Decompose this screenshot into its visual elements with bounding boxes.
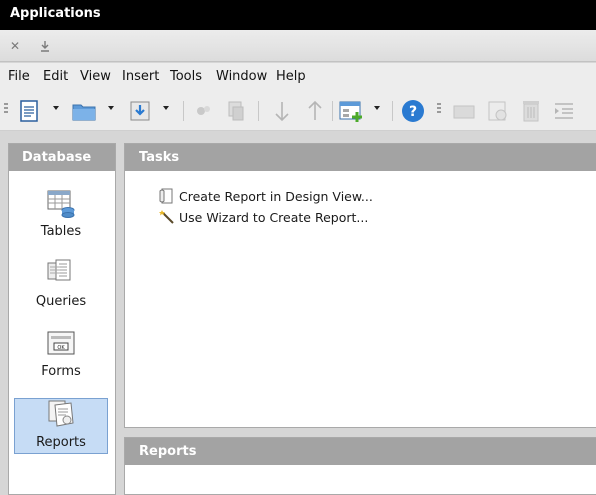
toolbar-separator — [332, 101, 333, 121]
tables-icon — [46, 188, 76, 218]
menu-insert[interactable]: Insert — [122, 69, 159, 84]
new-document-icon[interactable] — [17, 99, 41, 123]
database-header: Database — [9, 144, 115, 171]
queries-icon — [46, 258, 76, 288]
tasks-header: Tasks — [125, 144, 596, 171]
save-dropdown-arrow[interactable] — [163, 106, 169, 110]
wizard-wand-icon — [159, 209, 175, 225]
title-bar: Applications — [0, 0, 596, 30]
sort-descending-icon[interactable] — [270, 99, 294, 123]
form-add-icon[interactable] — [339, 99, 363, 123]
sort-ascending-icon[interactable] — [303, 99, 327, 123]
toolbar-separator — [258, 101, 259, 121]
download-icon[interactable] — [36, 37, 54, 55]
toolbar-separator — [392, 101, 393, 121]
delete-icon[interactable] — [519, 99, 543, 123]
nav-item-forms[interactable]: OK Forms — [14, 328, 108, 384]
tab-strip: ✕ — [0, 30, 596, 62]
toolbar-grip[interactable] — [437, 103, 441, 117]
form-dropdown-arrow[interactable] — [374, 106, 380, 110]
toolbar-separator — [183, 101, 184, 121]
menu-edit[interactable]: Edit — [43, 69, 68, 84]
menu-window[interactable]: Window — [216, 69, 267, 84]
toolbar-grip[interactable] — [4, 103, 8, 117]
nav-item-tables[interactable]: Tables — [14, 188, 108, 244]
close-icon[interactable]: ✕ — [6, 37, 24, 55]
nav-label-tables: Tables — [40, 224, 82, 239]
menu-help[interactable]: Help — [276, 69, 306, 84]
task-label: Use Wizard to Create Report... — [179, 210, 369, 225]
svg-text:OK: OK — [57, 345, 65, 351]
list-indent-icon[interactable] — [552, 99, 576, 123]
task-label: Create Report in Design View... — [179, 189, 373, 204]
open-folder-icon[interactable] — [72, 99, 96, 123]
copy-icon[interactable] — [224, 99, 248, 123]
new-dropdown-arrow[interactable] — [53, 106, 59, 110]
nav-item-reports[interactable]: Reports — [14, 398, 108, 454]
svg-text:?: ? — [409, 104, 417, 120]
panel-icon[interactable] — [452, 99, 476, 123]
menu-view[interactable]: View — [80, 69, 111, 84]
forms-icon: OK — [46, 328, 76, 358]
save-icon[interactable] — [128, 99, 152, 123]
reports-icon — [47, 399, 77, 429]
database-panel: Database Tables Queries OK Forms Reports — [8, 143, 116, 495]
menu-bar: File Edit View Insert Tools Window Help — [0, 63, 596, 91]
reports-header: Reports — [125, 438, 596, 465]
nav-label-queries: Queries — [35, 294, 87, 309]
design-view-icon — [159, 188, 175, 204]
nav-item-queries[interactable]: Queries — [14, 258, 108, 314]
reports-panel: Reports — [124, 437, 596, 495]
cut-icon[interactable] — [192, 99, 216, 123]
toolbar: ? — [0, 91, 596, 131]
tasks-panel: Tasks Create Report in Design View... Us… — [124, 143, 596, 428]
nav-label-reports: Reports — [36, 435, 86, 450]
nav-label-forms: Forms — [41, 364, 81, 379]
help-icon[interactable]: ? — [401, 99, 425, 123]
menu-tools[interactable]: Tools — [170, 69, 202, 84]
window-title: Applications — [10, 6, 101, 21]
menu-file[interactable]: File — [8, 69, 30, 84]
open-dropdown-arrow[interactable] — [108, 106, 114, 110]
report-icon[interactable] — [486, 99, 510, 123]
